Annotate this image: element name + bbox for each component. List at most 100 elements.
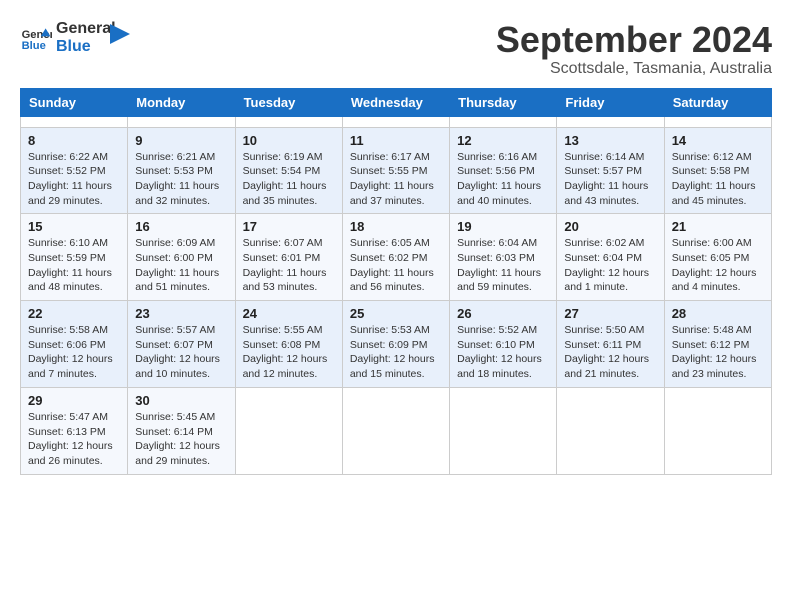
header-cell-thursday: Thursday bbox=[450, 88, 557, 116]
day-number: 9 bbox=[135, 133, 227, 148]
day-detail: Sunrise: 5:55 AMSunset: 6:08 PMDaylight:… bbox=[243, 323, 335, 382]
calendar-cell: 25 Sunrise: 5:53 AMSunset: 6:09 PMDayligh… bbox=[342, 301, 449, 388]
logo: General Blue General Blue bbox=[20, 20, 134, 55]
location-subtitle: Scottsdale, Tasmania, Australia bbox=[496, 60, 772, 78]
calendar-cell bbox=[342, 387, 449, 474]
calendar-week-row bbox=[21, 116, 772, 127]
day-number: 16 bbox=[135, 219, 227, 234]
day-number: 18 bbox=[350, 219, 442, 234]
calendar-cell: 15 Sunrise: 6:10 AMSunset: 5:59 PMDayligh… bbox=[21, 214, 128, 301]
calendar-cell: 11 Sunrise: 6:17 AMSunset: 5:55 PMDayligh… bbox=[342, 127, 449, 214]
day-detail: Sunrise: 5:48 AMSunset: 6:12 PMDaylight:… bbox=[672, 323, 764, 382]
header-cell-monday: Monday bbox=[128, 88, 235, 116]
calendar-week-row: 8 Sunrise: 6:22 AMSunset: 5:52 PMDaylight… bbox=[21, 127, 772, 214]
day-number: 11 bbox=[350, 133, 442, 148]
calendar-week-row: 29 Sunrise: 5:47 AMSunset: 6:13 PMDayligh… bbox=[21, 387, 772, 474]
header-cell-sunday: Sunday bbox=[21, 88, 128, 116]
day-number: 29 bbox=[28, 393, 120, 408]
day-number: 8 bbox=[28, 133, 120, 148]
calendar-cell: 23 Sunrise: 5:57 AMSunset: 6:07 PMDayligh… bbox=[128, 301, 235, 388]
day-number: 26 bbox=[457, 306, 549, 321]
calendar-cell: 19 Sunrise: 6:04 AMSunset: 6:03 PMDayligh… bbox=[450, 214, 557, 301]
day-number: 24 bbox=[243, 306, 335, 321]
calendar-cell bbox=[557, 387, 664, 474]
day-number: 27 bbox=[564, 306, 656, 321]
calendar-cell: 13 Sunrise: 6:14 AMSunset: 5:57 PMDayligh… bbox=[557, 127, 664, 214]
header-cell-saturday: Saturday bbox=[664, 88, 771, 116]
calendar-cell bbox=[664, 116, 771, 127]
day-detail: Sunrise: 5:57 AMSunset: 6:07 PMDaylight:… bbox=[135, 323, 227, 382]
calendar-body: 8 Sunrise: 6:22 AMSunset: 5:52 PMDaylight… bbox=[21, 116, 772, 474]
day-number: 23 bbox=[135, 306, 227, 321]
page-header: General Blue General Blue September 2024… bbox=[20, 20, 772, 78]
day-detail: Sunrise: 5:53 AMSunset: 6:09 PMDaylight:… bbox=[350, 323, 442, 382]
day-detail: Sunrise: 6:16 AMSunset: 5:56 PMDaylight:… bbox=[457, 150, 549, 209]
calendar-cell: 18 Sunrise: 6:05 AMSunset: 6:02 PMDayligh… bbox=[342, 214, 449, 301]
calendar-table: SundayMondayTuesdayWednesdayThursdayFrid… bbox=[20, 88, 772, 475]
header-row: SundayMondayTuesdayWednesdayThursdayFrid… bbox=[21, 88, 772, 116]
calendar-cell bbox=[664, 387, 771, 474]
day-detail: Sunrise: 6:10 AMSunset: 5:59 PMDaylight:… bbox=[28, 236, 120, 295]
day-number: 13 bbox=[564, 133, 656, 148]
day-number: 17 bbox=[243, 219, 335, 234]
calendar-cell: 29 Sunrise: 5:47 AMSunset: 6:13 PMDayligh… bbox=[21, 387, 128, 474]
day-detail: Sunrise: 5:52 AMSunset: 6:10 PMDaylight:… bbox=[457, 323, 549, 382]
calendar-cell: 22 Sunrise: 5:58 AMSunset: 6:06 PMDayligh… bbox=[21, 301, 128, 388]
day-detail: Sunrise: 6:14 AMSunset: 5:57 PMDaylight:… bbox=[564, 150, 656, 209]
calendar-cell bbox=[21, 116, 128, 127]
calendar-cell: 28 Sunrise: 5:48 AMSunset: 6:12 PMDayligh… bbox=[664, 301, 771, 388]
calendar-cell bbox=[342, 116, 449, 127]
title-block: September 2024 Scottsdale, Tasmania, Aus… bbox=[496, 20, 772, 78]
day-detail: Sunrise: 5:47 AMSunset: 6:13 PMDaylight:… bbox=[28, 410, 120, 469]
day-number: 20 bbox=[564, 219, 656, 234]
day-number: 14 bbox=[672, 133, 764, 148]
calendar-cell bbox=[557, 116, 664, 127]
day-number: 15 bbox=[28, 219, 120, 234]
calendar-header: SundayMondayTuesdayWednesdayThursdayFrid… bbox=[21, 88, 772, 116]
day-detail: Sunrise: 6:04 AMSunset: 6:03 PMDaylight:… bbox=[457, 236, 549, 295]
calendar-cell bbox=[235, 116, 342, 127]
day-detail: Sunrise: 5:58 AMSunset: 6:06 PMDaylight:… bbox=[28, 323, 120, 382]
calendar-cell: 16 Sunrise: 6:09 AMSunset: 6:00 PMDayligh… bbox=[128, 214, 235, 301]
day-number: 21 bbox=[672, 219, 764, 234]
header-cell-wednesday: Wednesday bbox=[342, 88, 449, 116]
logo-triangle-icon bbox=[110, 20, 134, 48]
day-detail: Sunrise: 6:22 AMSunset: 5:52 PMDaylight:… bbox=[28, 150, 120, 209]
day-detail: Sunrise: 6:21 AMSunset: 5:53 PMDaylight:… bbox=[135, 150, 227, 209]
calendar-week-row: 15 Sunrise: 6:10 AMSunset: 5:59 PMDayligh… bbox=[21, 214, 772, 301]
calendar-cell bbox=[235, 387, 342, 474]
logo-text-blue: Blue bbox=[56, 38, 116, 56]
day-number: 28 bbox=[672, 306, 764, 321]
day-detail: Sunrise: 6:17 AMSunset: 5:55 PMDaylight:… bbox=[350, 150, 442, 209]
day-number: 22 bbox=[28, 306, 120, 321]
day-detail: Sunrise: 5:45 AMSunset: 6:14 PMDaylight:… bbox=[135, 410, 227, 469]
calendar-cell bbox=[450, 116, 557, 127]
day-number: 25 bbox=[350, 306, 442, 321]
calendar-cell: 30Sunrise: 5:45 AMSunset: 6:14 PMDayligh… bbox=[128, 387, 235, 474]
day-detail: Sunrise: 6:00 AMSunset: 6:05 PMDaylight:… bbox=[672, 236, 764, 295]
calendar-cell: 12 Sunrise: 6:16 AMSunset: 5:56 PMDayligh… bbox=[450, 127, 557, 214]
day-detail: Sunrise: 6:05 AMSunset: 6:02 PMDaylight:… bbox=[350, 236, 442, 295]
day-number: 12 bbox=[457, 133, 549, 148]
calendar-cell bbox=[128, 116, 235, 127]
calendar-cell bbox=[450, 387, 557, 474]
day-detail: Sunrise: 6:07 AMSunset: 6:01 PMDaylight:… bbox=[243, 236, 335, 295]
day-detail: Sunrise: 6:12 AMSunset: 5:58 PMDaylight:… bbox=[672, 150, 764, 209]
day-detail: Sunrise: 6:19 AMSunset: 5:54 PMDaylight:… bbox=[243, 150, 335, 209]
header-cell-friday: Friday bbox=[557, 88, 664, 116]
calendar-cell: 24 Sunrise: 5:55 AMSunset: 6:08 PMDayligh… bbox=[235, 301, 342, 388]
calendar-week-row: 22 Sunrise: 5:58 AMSunset: 6:06 PMDayligh… bbox=[21, 301, 772, 388]
calendar-cell: 26 Sunrise: 5:52 AMSunset: 6:10 PMDayligh… bbox=[450, 301, 557, 388]
header-cell-tuesday: Tuesday bbox=[235, 88, 342, 116]
day-detail: Sunrise: 6:02 AMSunset: 6:04 PMDaylight:… bbox=[564, 236, 656, 295]
day-number: 19 bbox=[457, 219, 549, 234]
day-number: 10 bbox=[243, 133, 335, 148]
day-detail: Sunrise: 6:09 AMSunset: 6:00 PMDaylight:… bbox=[135, 236, 227, 295]
calendar-cell: 27Sunrise: 5:50 AMSunset: 6:11 PMDayligh… bbox=[557, 301, 664, 388]
svg-text:Blue: Blue bbox=[22, 40, 46, 52]
calendar-cell: 9 Sunrise: 6:21 AMSunset: 5:53 PMDaylight… bbox=[128, 127, 235, 214]
calendar-cell: 10 Sunrise: 6:19 AMSunset: 5:54 PMDayligh… bbox=[235, 127, 342, 214]
calendar-cell: 8 Sunrise: 6:22 AMSunset: 5:52 PMDaylight… bbox=[21, 127, 128, 214]
calendar-cell: 14 Sunrise: 6:12 AMSunset: 5:58 PMDayligh… bbox=[664, 127, 771, 214]
month-title: September 2024 bbox=[496, 20, 772, 60]
